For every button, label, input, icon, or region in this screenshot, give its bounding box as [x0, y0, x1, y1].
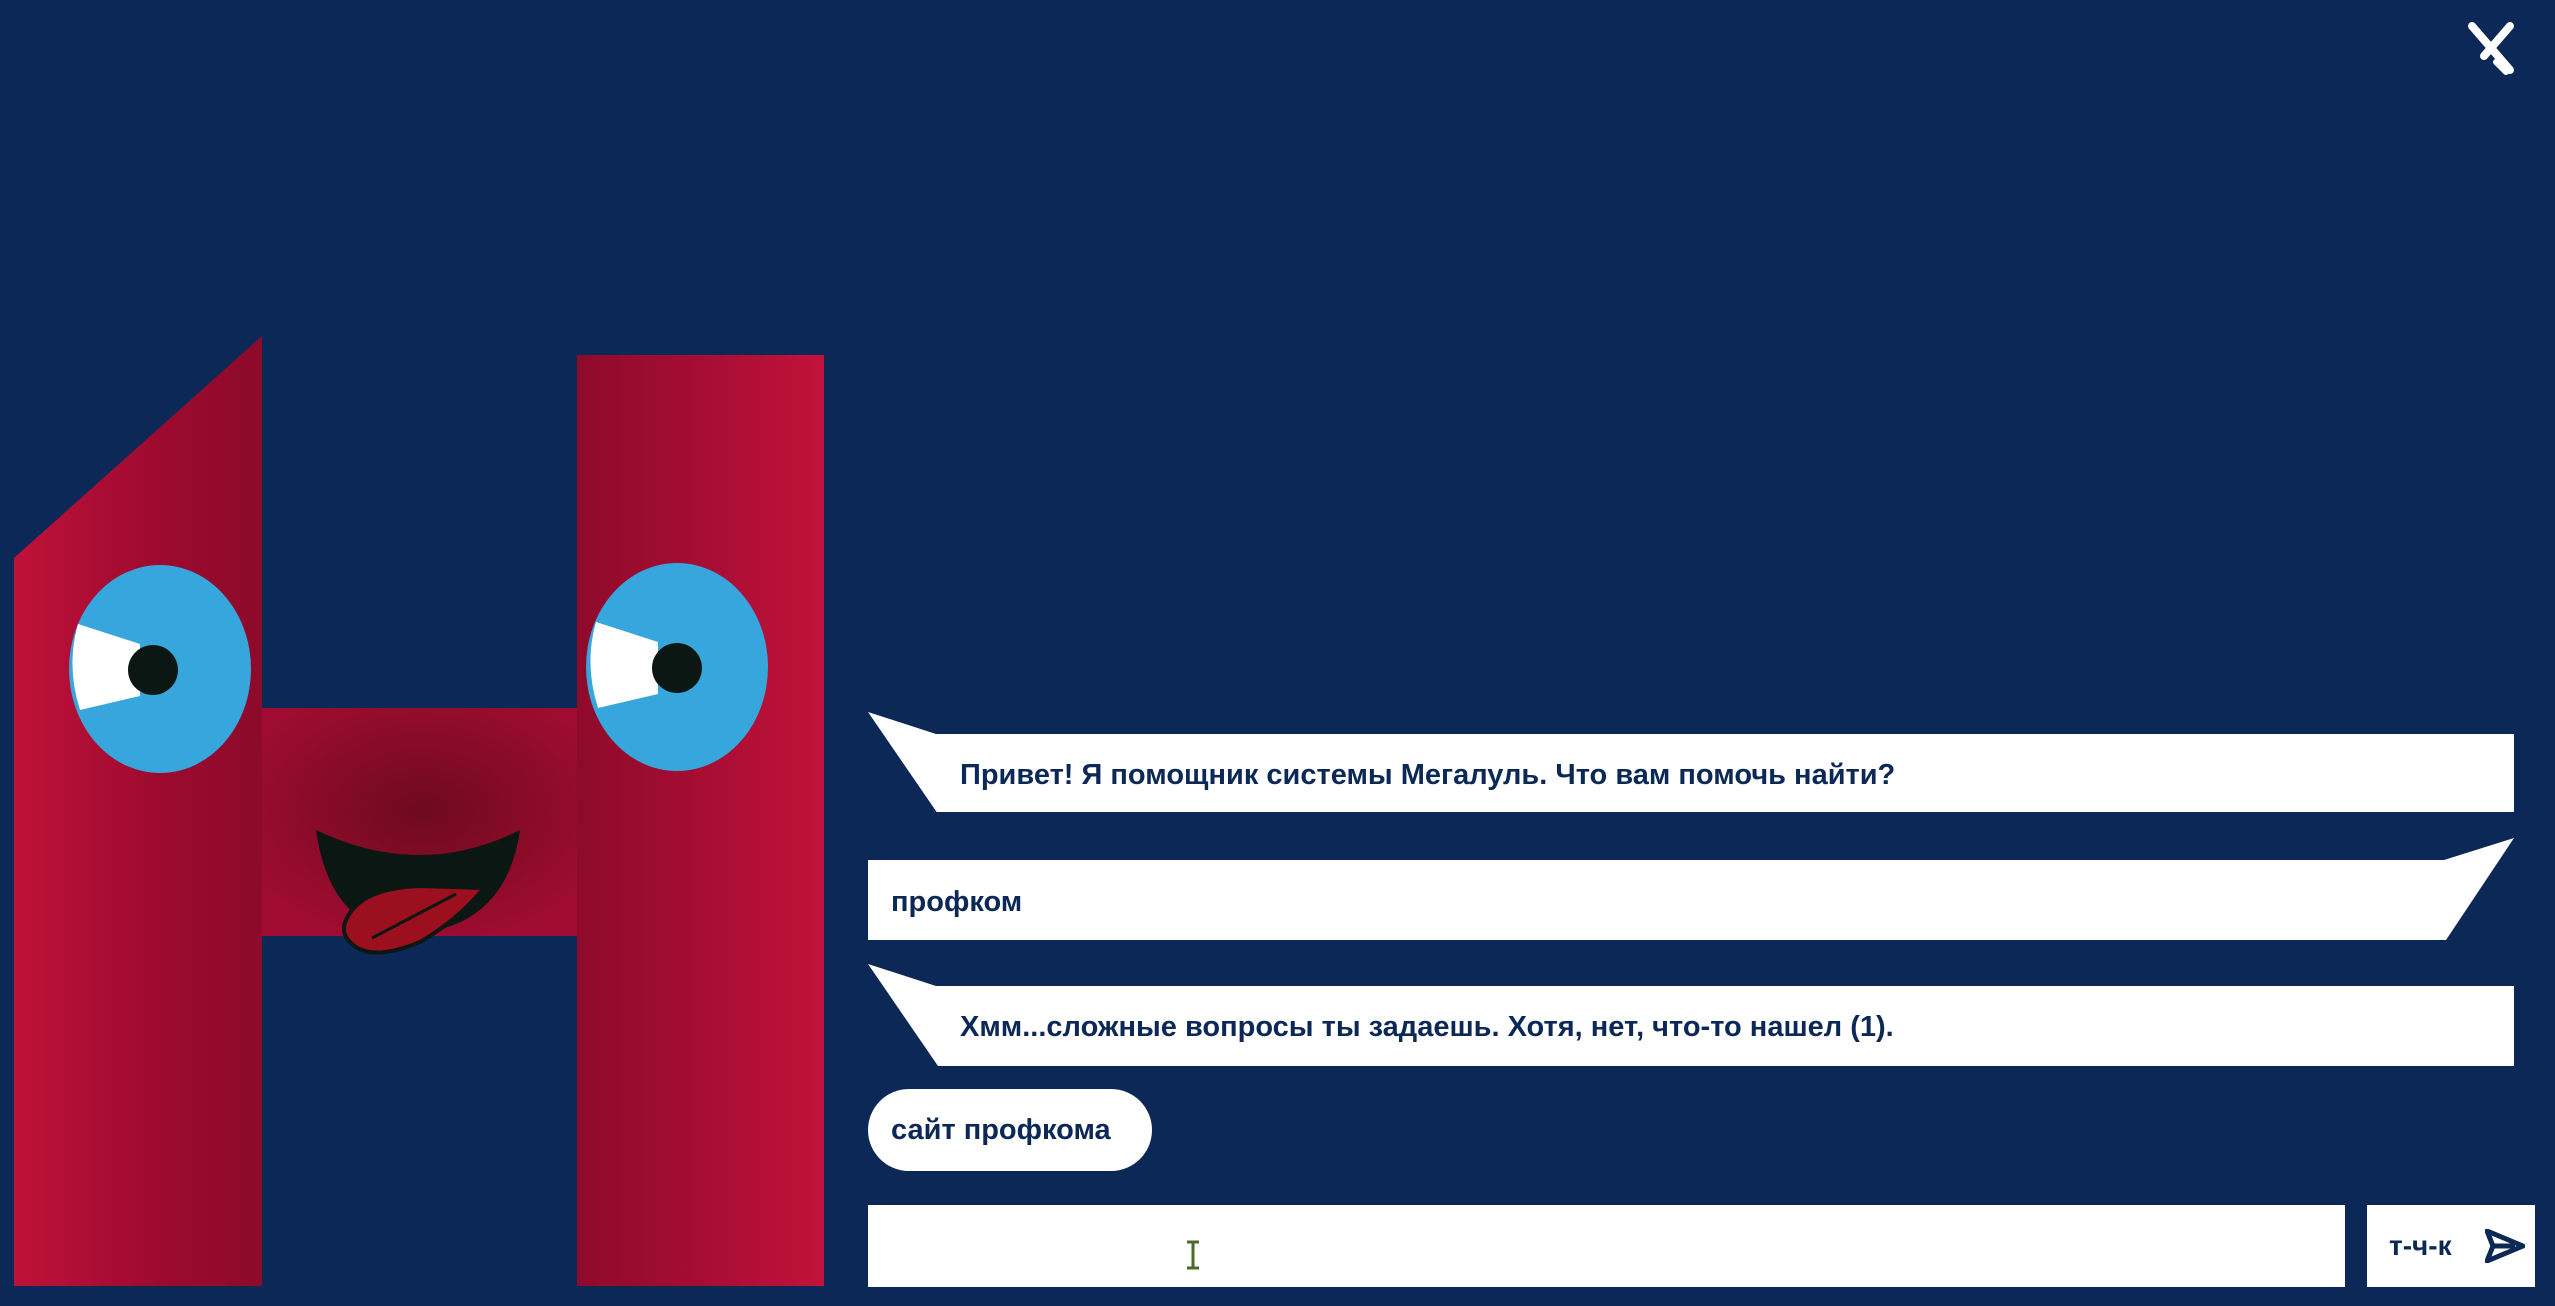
mascot-letter-h [0, 320, 840, 1300]
send-button[interactable]: т-ч-к [2367, 1205, 2535, 1287]
bot-message: Привет! Я помощник системы Мегалуль. Что… [868, 712, 2514, 812]
bot-message-text: Хмм...сложные вопросы ты задаешь. Хотя, … [960, 1011, 1894, 1043]
message-input[interactable] [868, 1205, 2345, 1287]
bot-message: Хмм...сложные вопросы ты задаешь. Хотя, … [868, 964, 2514, 1066]
suggestion-chip[interactable]: сайт профкома [868, 1089, 1152, 1171]
user-bubble-shape [868, 838, 2514, 940]
bot-message-text: Привет! Я помощник системы Мегалуль. Что… [960, 759, 1896, 791]
send-button-label: т-ч-к [2389, 1230, 2452, 1261]
user-message: профком [868, 838, 2514, 942]
close-icon [2468, 22, 2514, 75]
text-cursor-icon [1187, 1240, 1199, 1270]
chat-screen: Привет! Я помощник системы Мегалуль. Что… [0, 0, 2555, 1306]
close-button[interactable] [2466, 20, 2518, 78]
send-arrow-icon [2485, 1229, 2525, 1263]
user-message-text: профком [891, 886, 1023, 918]
